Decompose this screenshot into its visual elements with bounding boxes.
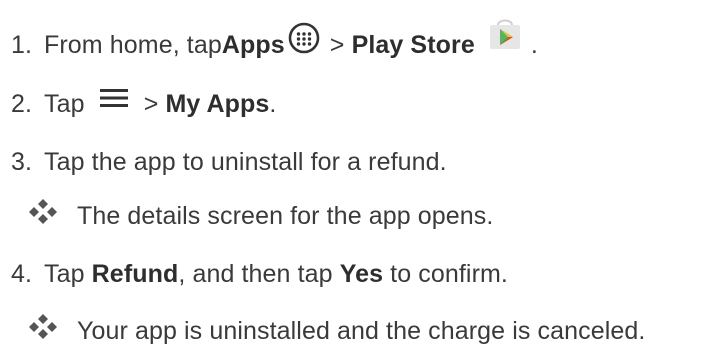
result-text: The details screen for the app opens. [77,201,494,230]
step-text: Tap Refund , and then tap Yes to confirm… [44,259,508,288]
play-store-icon [487,16,523,59]
instruction-list: 1. From home, tap Apps > Play Store . 2.… [0,0,713,360]
menu-icon [99,87,128,116]
result-1: The details screen for the app opens. [0,196,493,236]
diamond-bullet-icon [27,198,59,224]
play-store-label: Play Store [351,30,475,59]
my-apps-label: My Apps [165,89,270,118]
step-1: 1. From home, tap Apps > Play Store . [0,19,538,67]
apps-label: Apps [221,30,285,59]
step-number: 3. [11,147,33,176]
step-4: 4. Tap Refund , and then tap Yes to conf… [0,254,508,294]
result-2: Your app is uninstalled and the charge i… [0,311,645,351]
step-text: From home, tap Apps > Play Store . [44,19,538,67]
step-3: 3. Tap the app to uninstall for a refund… [0,142,447,182]
yes-label: Yes [339,259,384,288]
refund-label: Refund [91,259,179,288]
step-text: Tap > My Apps . [44,87,276,119]
apps-icon [288,22,320,61]
step-number: 4. [11,259,33,288]
step-number: 2. [11,89,33,118]
step-2: 2. Tap > My Apps . [0,84,276,124]
step-text: Tap the app to uninstall for a refund. [44,147,447,176]
step-number: 1. [11,30,33,59]
result-text: Your app is uninstalled and the charge i… [77,316,646,345]
diamond-bullet-icon [27,313,59,339]
